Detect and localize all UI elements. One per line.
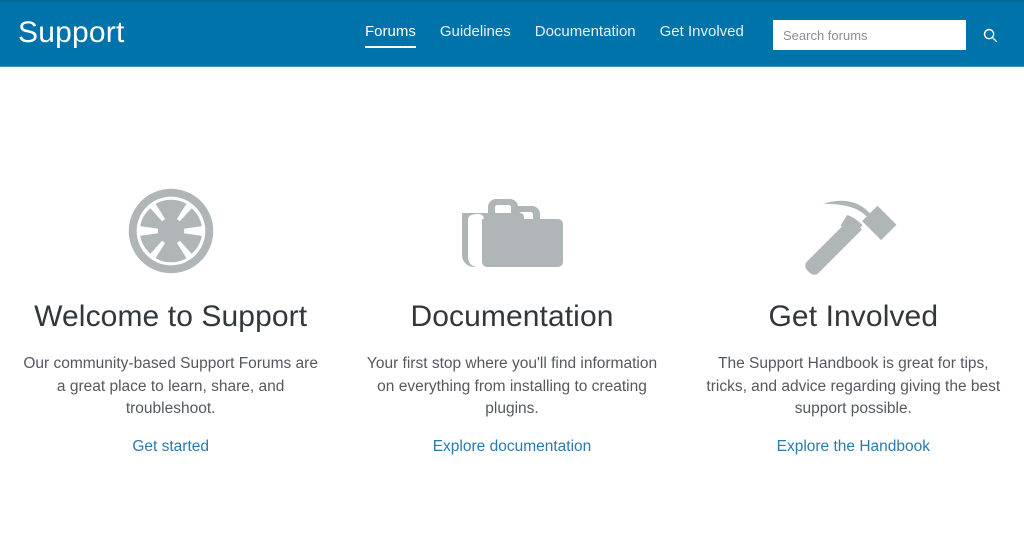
feature-link-explore-handbook[interactable]: Explore the Handbook — [777, 436, 930, 458]
nav-item-documentation[interactable]: Documentation — [535, 22, 636, 48]
feature-columns: Welcome to Support Our community-based S… — [0, 67, 1024, 458]
buoy-icon — [20, 185, 321, 277]
main-content: Welcome to Support Our community-based S… — [0, 67, 1024, 555]
search-submit-button[interactable] — [966, 20, 1014, 50]
nav-item-get-involved[interactable]: Get Involved — [660, 22, 744, 48]
nav-item-guidelines[interactable]: Guidelines — [440, 22, 511, 48]
feature-title-documentation: Documentation — [410, 300, 614, 333]
portfolio-briefcase-icon — [361, 185, 662, 277]
hammer-icon — [703, 185, 1004, 277]
primary-nav: Forums Guidelines Documentation Get Invo… — [365, 22, 768, 48]
search-input[interactable] — [773, 20, 966, 50]
feature-text-documentation: Your first stop where you'll find inform… — [366, 355, 658, 417]
search-form — [773, 20, 1014, 50]
feature-text-welcome: Our community-based Support Forums are a… — [23, 355, 318, 417]
feature-title-welcome: Welcome to Support — [34, 300, 308, 333]
feature-link-explore-documentation[interactable]: Explore documentation — [433, 436, 592, 458]
feature-text-get-involved: The Support Handbook is great for tips, … — [706, 355, 1001, 417]
nav-item-forums[interactable]: Forums — [365, 22, 416, 48]
feature-column-documentation: Documentation Your first stop where you'… — [341, 185, 682, 458]
site-title[interactable]: Support — [18, 13, 124, 53]
site-header: Support Forums Guidelines Documentation … — [0, 0, 1024, 67]
feature-column-get-involved: Get Involved The Support Handbook is gre… — [683, 185, 1024, 458]
feature-title-get-involved: Get Involved — [768, 300, 939, 333]
feature-link-get-started[interactable]: Get started — [132, 436, 209, 458]
header-inner: Support Forums Guidelines Documentation … — [0, 2, 1024, 66]
feature-column-welcome: Welcome to Support Our community-based S… — [0, 185, 341, 458]
search-icon — [982, 27, 999, 44]
